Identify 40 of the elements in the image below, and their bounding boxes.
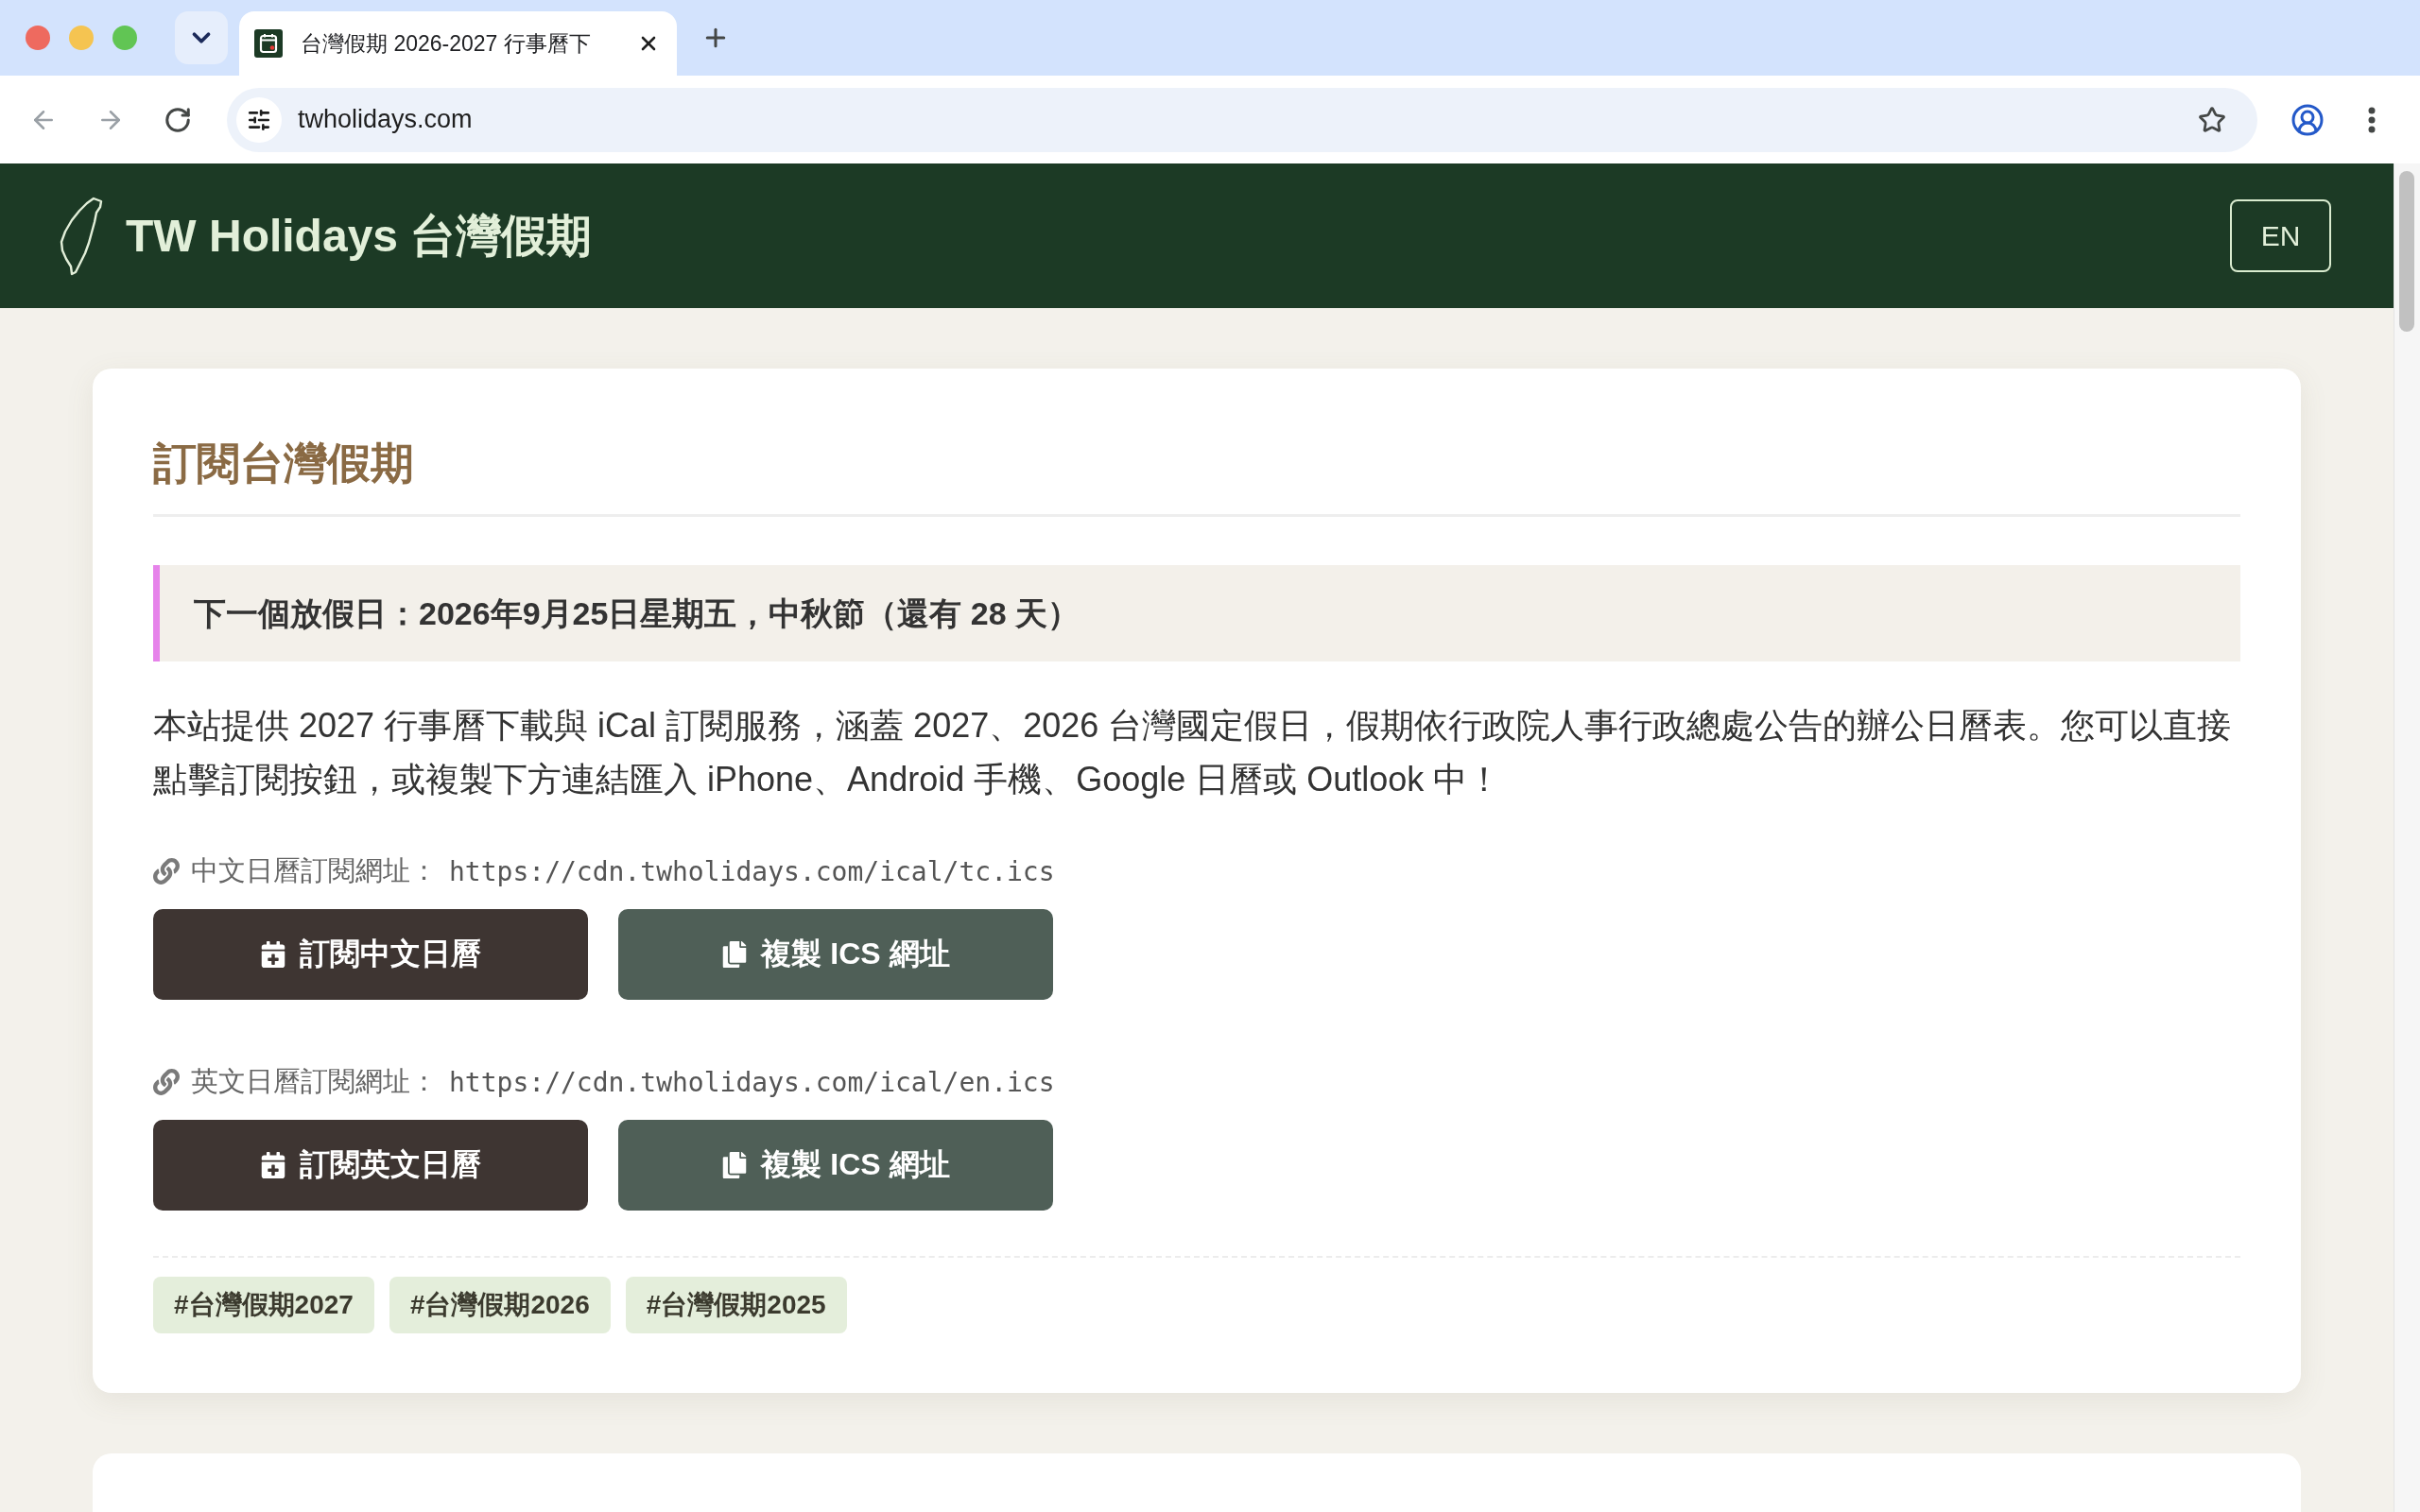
reload-icon [164,105,192,134]
subscription-url: https://cdn.twholidays.com/ical/tc.ics [449,855,1055,887]
subscription-label: 英文日曆訂閱網址： [191,1065,438,1098]
section-heading: 訂閱台灣假期 [153,435,2240,517]
scrollbar-thumb[interactable] [2399,171,2414,332]
hashtag-link[interactable]: #台灣假期2025 [625,1277,847,1333]
address-text: twholidays.com [298,105,474,134]
language-button[interactable]: EN [2230,199,2331,272]
copy-icon [721,1152,749,1178]
subscribe-button[interactable]: 訂閱英文日曆 [153,1120,588,1211]
sliders-icon [247,107,271,132]
copy-url-button[interactable]: 複製 ICS 網址 [618,909,1053,1000]
calendar-plus-icon [260,941,286,968]
subscribe-button[interactable]: 訂閱中文日曆 [153,909,588,1000]
link-icon [153,1069,180,1095]
profile-button[interactable] [2290,102,2325,137]
user-circle-icon [2290,102,2325,137]
island-outline-icon [60,196,105,276]
browser-menu-button[interactable] [2368,106,2376,133]
link-icon [153,858,180,885]
hashtag-link[interactable]: #台灣假期2027 [153,1277,374,1333]
address-bar[interactable]: twholidays.com [227,87,2257,152]
copy-icon [721,941,749,968]
browser-tab[interactable]: 台灣假期 2026-2027 行事曆下 [239,11,677,76]
calendar-favicon-icon [254,29,283,58]
copy-url-button[interactable]: 複製 ICS 網址 [618,1120,1053,1211]
menu-icon [2368,106,2376,133]
tab-title: 台灣假期 2026-2027 行事曆下 [301,29,592,58]
site-title[interactable]: TW Holidays 台灣假期 [126,205,593,266]
subscription-label: 中文日曆訂閱網址： [191,854,438,887]
site-settings-button[interactable] [236,96,282,143]
tab-search-button[interactable] [175,11,228,64]
subscription-url: https://cdn.twholidays.com/ical/en.ics [449,1066,1055,1098]
calendar-plus-icon [260,1152,286,1178]
hashtag-link[interactable]: #台灣假期2026 [389,1277,611,1333]
star-icon [2198,105,2226,134]
reload-button[interactable] [164,105,192,134]
description-text: 本站提供 2027 行事曆下載與 iCal 訂閱服務，涵蓋 2027、2026 台灣國定假日，假期依行政院人事行政總處公告的辦公日曆表。您可以直接點擊訂閱按鈕，或複製下方連結匯入 iPhone、Android 手機、Google 日曆或 Outlook 中！ [153,705,2233,800]
next-holiday-notice: 下一個放假日：2026年9月25日星期五，中秋節（還有 28 天） [153,565,2240,662]
bookmark-button[interactable] [2198,105,2226,134]
